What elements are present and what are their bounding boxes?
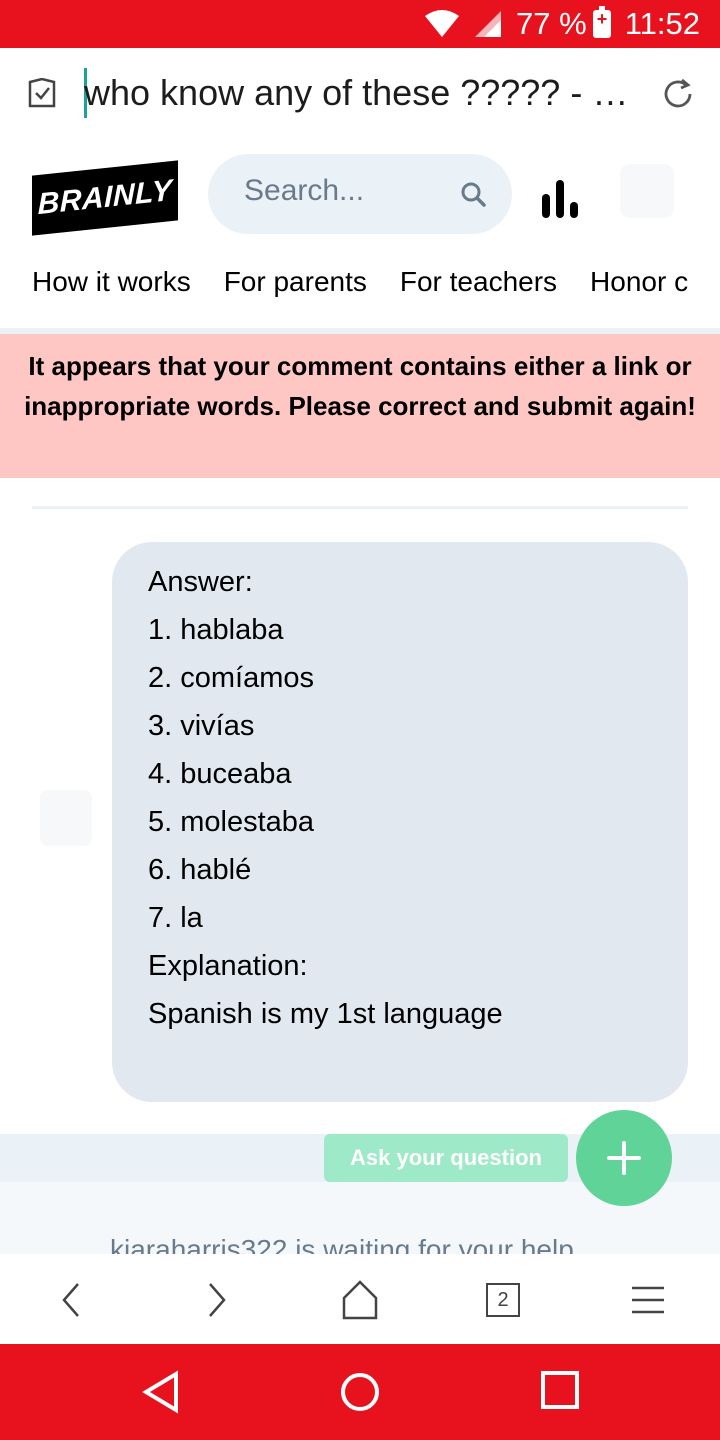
search-placeholder: Search... bbox=[244, 174, 365, 207]
content-divider bbox=[32, 506, 688, 509]
nav-honor-code[interactable]: Honor c bbox=[590, 266, 688, 298]
nav-for-teachers[interactable]: For teachers bbox=[400, 266, 557, 298]
answer-line: 7. la bbox=[148, 902, 203, 934]
answer-line: 3. vivías bbox=[148, 710, 255, 742]
battery-percent: 77 % bbox=[516, 6, 587, 41]
answer-line: Explanation: bbox=[148, 950, 308, 982]
answer-line: 4. buceaba bbox=[148, 758, 292, 790]
wifi-icon bbox=[424, 10, 460, 38]
brainly-logo[interactable]: BRAINLY bbox=[32, 160, 178, 236]
android-nav-bar bbox=[0, 1344, 720, 1440]
answer-bubble: Answer: 1. hablaba 2. comíamos 3. vivías… bbox=[112, 542, 688, 1102]
top-nav: How it works For parents For teachers Ho… bbox=[32, 266, 720, 298]
nav-for-parents[interactable]: For parents bbox=[224, 266, 367, 298]
tabs-count: 2 bbox=[497, 1288, 509, 1311]
answer-line: 2. comíamos bbox=[148, 662, 314, 694]
home-icon[interactable] bbox=[338, 1278, 382, 1322]
tabs-button[interactable]: 2 bbox=[486, 1283, 520, 1317]
browser-toolbar: 2 bbox=[0, 1254, 720, 1344]
search-input[interactable]: Search... bbox=[208, 154, 512, 234]
forward-icon[interactable] bbox=[194, 1278, 238, 1322]
browser-url-bar: who know any of these ????? - B... bbox=[0, 48, 720, 144]
back-icon[interactable] bbox=[50, 1278, 94, 1322]
answer-line: Spanish is my 1st language bbox=[148, 998, 503, 1030]
cell-signal-icon bbox=[474, 10, 502, 38]
profile-icon[interactable] bbox=[620, 164, 674, 218]
page-title-field[interactable]: who know any of these ????? - B... bbox=[84, 72, 644, 114]
avatar[interactable] bbox=[40, 790, 92, 846]
answer-line: 1. hablaba bbox=[148, 614, 284, 646]
ask-question-button[interactable]: Ask your question bbox=[324, 1134, 568, 1182]
error-alert: It appears that your comment contains ei… bbox=[0, 334, 720, 478]
answer-line: 5. molestaba bbox=[148, 806, 315, 838]
reload-icon[interactable] bbox=[660, 76, 696, 112]
waiting-text: kiaraharris322 is waiting for your help. bbox=[110, 1234, 582, 1254]
search-icon[interactable] bbox=[460, 181, 486, 207]
clock: 11:52 bbox=[624, 6, 700, 41]
menu-icon[interactable] bbox=[626, 1278, 670, 1322]
nav-how-it-works[interactable]: How it works bbox=[32, 266, 191, 298]
answer-line: 6. hablé bbox=[148, 854, 252, 886]
battery-icon bbox=[592, 6, 611, 38]
nav-home-icon[interactable] bbox=[338, 1370, 382, 1414]
shield-icon[interactable] bbox=[28, 78, 56, 110]
nav-recents-icon[interactable] bbox=[540, 1370, 580, 1410]
answer-line: Answer: bbox=[148, 566, 253, 598]
add-button[interactable] bbox=[576, 1110, 672, 1206]
bar-chart-icon[interactable] bbox=[540, 178, 580, 218]
status-bar: 77 % 11:52 bbox=[0, 0, 720, 48]
nav-back-icon[interactable] bbox=[140, 1370, 184, 1414]
